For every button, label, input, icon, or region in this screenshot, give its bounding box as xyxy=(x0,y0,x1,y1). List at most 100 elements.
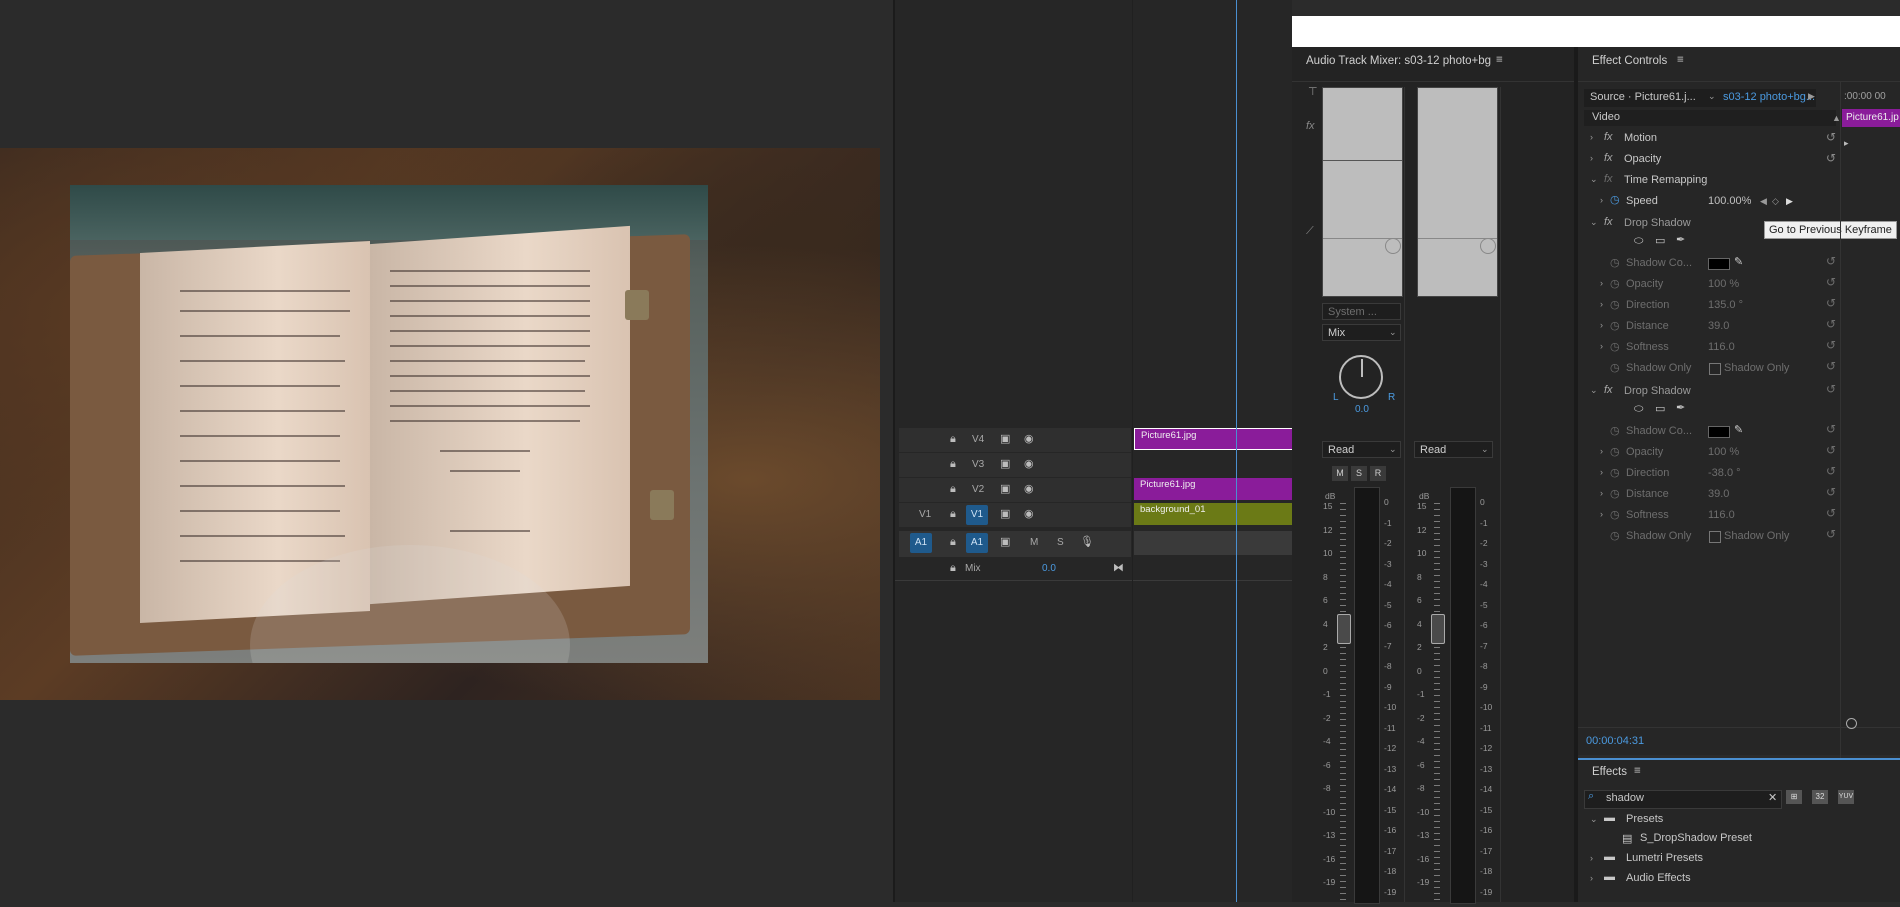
source-clip-label[interactable]: Source · Picture61.j... xyxy=(1590,91,1696,103)
distance-value[interactable]: 39.0 xyxy=(1708,488,1729,500)
send-knob[interactable] xyxy=(1480,238,1496,254)
panel-menu-icon[interactable]: ≡ xyxy=(1677,54,1684,66)
dropshadow-preset-item[interactable]: S_DropShadow Preset xyxy=(1640,832,1752,844)
mute-button[interactable]: M xyxy=(1030,537,1038,548)
eyedropper-icon[interactable]: ✎ xyxy=(1734,255,1743,268)
send-knob[interactable] xyxy=(1385,238,1401,254)
next-keyframe-icon[interactable]: ▶ xyxy=(1786,196,1793,207)
reset-icon[interactable]: ↺ xyxy=(1826,527,1836,541)
chevron-right-icon[interactable]: › xyxy=(1590,873,1593,883)
shadow-only-checkbox-label[interactable]: Shadow Only xyxy=(1724,362,1789,374)
chevron-right-icon[interactable]: › xyxy=(1590,153,1593,163)
stopwatch-icon[interactable]: ◷ xyxy=(1610,529,1620,542)
effects-search-input[interactable]: shadow xyxy=(1606,792,1644,804)
stopwatch-icon[interactable]: ◷ xyxy=(1610,466,1620,479)
pen-mask-icon[interactable]: ✒ xyxy=(1676,233,1685,246)
fx-icon[interactable]: fx xyxy=(1604,152,1613,164)
mixer-menu-icon[interactable]: ≡ xyxy=(1496,54,1503,66)
accelerated-effects-icon[interactable]: ⊞ xyxy=(1786,790,1802,804)
fx-icon[interactable]: fx xyxy=(1604,384,1613,396)
panel-menu-icon[interactable]: ≡ xyxy=(1634,765,1641,777)
stopwatch-icon[interactable]: ◷ xyxy=(1610,256,1620,269)
channel1-volume-fader[interactable] xyxy=(1337,614,1351,644)
clip-background01-v1[interactable]: background_01 xyxy=(1134,503,1292,525)
shadow-only-checkbox-label[interactable]: Shadow Only xyxy=(1724,530,1789,542)
chevron-down-icon[interactable]: ⌄ xyxy=(1590,174,1598,185)
fx-icon[interactable]: fx xyxy=(1306,120,1315,132)
audio-track-a1-area[interactable] xyxy=(1134,531,1292,555)
sync-lock-icon[interactable]: ▣ xyxy=(1000,535,1010,548)
source-patch-a1[interactable]: A1 xyxy=(910,533,932,553)
32-bit-icon[interactable]: 32 xyxy=(1812,790,1828,804)
eye-icon[interactable]: ◉ xyxy=(1024,457,1034,470)
reset-icon[interactable]: ↺ xyxy=(1826,317,1836,331)
clip-picture61-v2[interactable]: Picture61.jpg xyxy=(1134,478,1292,500)
chevron-right-icon[interactable]: › xyxy=(1590,132,1593,142)
solo-track-button[interactable]: S xyxy=(1351,466,1367,481)
rectangle-mask-icon[interactable]: ▭ xyxy=(1655,402,1665,415)
shadow-only-checkbox[interactable] xyxy=(1709,531,1721,543)
sync-lock-icon[interactable]: ▣ xyxy=(1000,507,1010,520)
stopwatch-icon[interactable]: ◷ xyxy=(1610,361,1620,374)
sync-lock-icon[interactable]: ▣ xyxy=(1000,457,1010,470)
opacity-param-value[interactable]: 100 % xyxy=(1708,278,1739,290)
system-select[interactable]: System ... xyxy=(1322,303,1401,320)
reset-icon[interactable]: ↺ xyxy=(1826,382,1836,396)
chevron-down-icon[interactable]: ⌄ xyxy=(1590,385,1598,396)
stopwatch-icon[interactable]: ◷ xyxy=(1610,298,1620,311)
effect-controls-title[interactable]: Effect Controls xyxy=(1592,55,1667,67)
softness-value[interactable]: 116.0 xyxy=(1708,509,1735,521)
reset-icon[interactable]: ↺ xyxy=(1826,485,1836,499)
speed-value[interactable]: 100.00% xyxy=(1708,195,1751,207)
fx-icon[interactable]: fx xyxy=(1604,131,1613,143)
mix-value[interactable]: 0.0 xyxy=(1042,563,1056,574)
pan-value[interactable]: 0.0 xyxy=(1355,404,1369,415)
track-target-a1[interactable]: A1 xyxy=(966,533,988,553)
chevron-right-icon[interactable]: › xyxy=(1600,278,1603,288)
stopwatch-icon[interactable]: ◷ xyxy=(1610,487,1620,500)
shadow-only-checkbox[interactable] xyxy=(1709,363,1721,375)
bowtie-icon[interactable]: ⧓ xyxy=(1113,561,1124,574)
chevron-down-icon[interactable]: ⌄ xyxy=(1590,814,1598,825)
shadow-color-swatch[interactable] xyxy=(1708,258,1730,270)
lock-icon[interactable]: 🔒︎ xyxy=(950,433,956,446)
chevron-right-icon[interactable]: › xyxy=(1600,195,1603,205)
channel1-inserts[interactable] xyxy=(1322,87,1403,297)
solo-button[interactable]: S xyxy=(1057,537,1064,548)
stopwatch-icon[interactable]: ◷ xyxy=(1610,193,1620,206)
zoom-handle[interactable] xyxy=(1846,718,1857,729)
clip-picture61-v4[interactable]: Picture61.jpg xyxy=(1134,428,1292,450)
chevron-right-icon[interactable]: › xyxy=(1600,320,1603,330)
pan-knob[interactable] xyxy=(1339,355,1383,399)
previous-keyframe-icon[interactable]: ◀ xyxy=(1760,196,1767,207)
reset-icon[interactable]: ↺ xyxy=(1826,151,1836,165)
channel2-volume-fader[interactable] xyxy=(1431,614,1445,644)
mixer-title[interactable]: Audio Track Mixer: s03-12 photo+bg xyxy=(1306,55,1491,67)
lock-icon[interactable]: 🔒︎ xyxy=(950,562,956,575)
lock-icon[interactable]: 🔒︎ xyxy=(950,508,956,521)
stopwatch-icon[interactable]: ◷ xyxy=(1610,319,1620,332)
source-patch-label[interactable]: V1 xyxy=(919,509,931,520)
reset-icon[interactable]: ↺ xyxy=(1826,296,1836,310)
chevron-down-icon[interactable]: ⌄ xyxy=(1590,217,1598,228)
reset-icon[interactable]: ↺ xyxy=(1826,275,1836,289)
lumetri-presets-folder[interactable]: Lumetri Presets xyxy=(1626,852,1703,864)
record-enable-button[interactable]: R xyxy=(1370,466,1386,481)
reset-icon[interactable]: ↺ xyxy=(1826,254,1836,268)
eye-icon[interactable]: ◉ xyxy=(1024,482,1034,495)
microphone-icon[interactable]: 🎙︎ xyxy=(1080,535,1094,548)
eyedropper-icon[interactable]: ✎ xyxy=(1734,423,1743,436)
stopwatch-icon[interactable]: ◷ xyxy=(1610,340,1620,353)
sync-lock-icon[interactable]: ▣ xyxy=(1000,432,1010,445)
softness-value[interactable]: 116.0 xyxy=(1708,341,1735,353)
fx-icon[interactable]: fx xyxy=(1604,216,1613,228)
current-timecode[interactable]: 00:00:04:31 xyxy=(1586,735,1644,747)
reset-icon[interactable]: ↺ xyxy=(1826,464,1836,478)
sequence-clip-label[interactable]: s03-12 photo+bg... xyxy=(1723,91,1815,103)
sync-lock-icon[interactable]: ▣ xyxy=(1000,482,1010,495)
reset-icon[interactable]: ↺ xyxy=(1826,338,1836,352)
add-keyframe-icon[interactable]: ◇ xyxy=(1772,196,1779,207)
effects-title[interactable]: Effects xyxy=(1592,766,1627,778)
shadow-color-swatch[interactable] xyxy=(1708,426,1730,438)
presets-folder[interactable]: Presets xyxy=(1626,813,1663,825)
